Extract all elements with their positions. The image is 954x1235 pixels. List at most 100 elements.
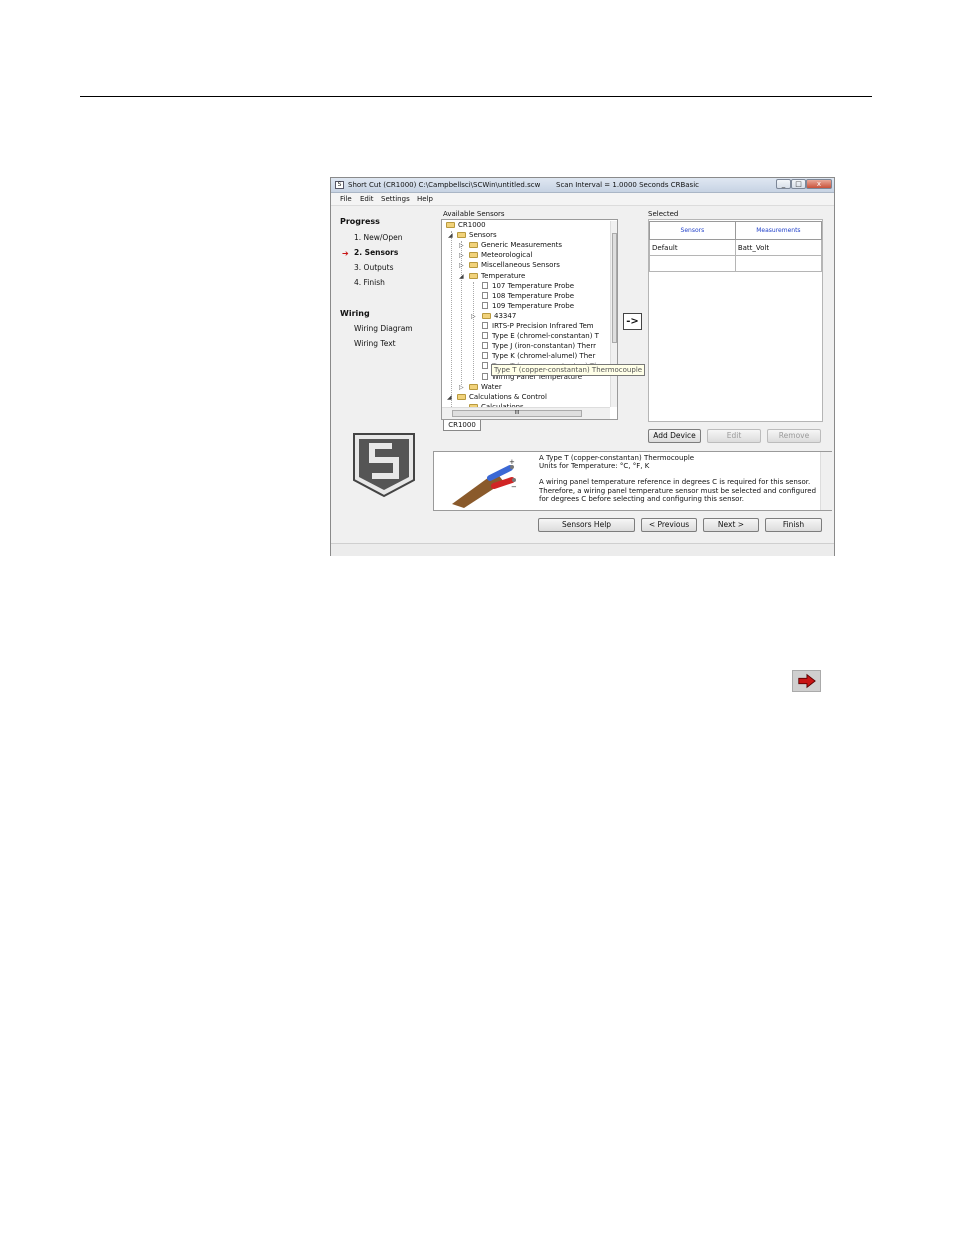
expand-toggle-icon[interactable]: ▷: [459, 242, 464, 249]
sensor-cell[interactable]: [649, 255, 736, 272]
tree-horizontal-scrollbar[interactable]: III: [442, 407, 610, 419]
window-title: Short Cut (CR1000) C:\Campbellsci\SCWin\…: [348, 181, 541, 189]
tree-node-label: Meteorological: [481, 251, 533, 260]
tree-node[interactable]: IRTS-P Precision Infrared Tem: [482, 322, 594, 331]
folder-icon: [457, 393, 466, 400]
shortcut-window: S Short Cut (CR1000) C:\Campbellsci\SCWi…: [330, 177, 835, 556]
campbell-logo: [353, 433, 415, 498]
tree-node[interactable]: Type E (chromel-constantan) T: [482, 332, 599, 341]
close-button[interactable]: x: [806, 179, 832, 189]
tree-node-label: Type K (chromel-alumel) Ther: [492, 352, 596, 361]
expand-toggle-icon[interactable]: ◢: [459, 273, 464, 280]
expand-toggle-icon[interactable]: ▷: [459, 252, 464, 259]
minus-terminal-label: −: [511, 483, 517, 491]
sensor-file-icon: [482, 352, 488, 360]
tree-node[interactable]: Type K (chromel-alumel) Ther: [482, 352, 595, 361]
maximize-button[interactable]: □: [791, 179, 806, 189]
progress-item-new-open[interactable]: 1. New/Open: [354, 233, 402, 242]
expand-toggle-icon[interactable]: ▷: [459, 262, 464, 269]
tree-node-label: Calculations & Control: [469, 392, 547, 401]
folder-icon: [482, 312, 491, 319]
table-row[interactable]: [649, 255, 823, 272]
sensors-help-button[interactable]: Sensors Help: [538, 518, 635, 532]
sensor-cell[interactable]: Default: [649, 239, 736, 256]
progress-item-finish[interactable]: 4. Finish: [354, 278, 385, 287]
page-top-rule: [80, 96, 872, 97]
selected-sensors-panel: Sensors Measurements Default Batt_Volt: [648, 219, 823, 422]
tree-vertical-scrollbar[interactable]: [610, 221, 617, 407]
expand-toggle-icon[interactable]: ▷: [459, 384, 464, 391]
status-bar: [331, 543, 834, 556]
sensor-file-icon: [482, 362, 488, 370]
scroll-thumb[interactable]: III: [452, 410, 582, 417]
table-row[interactable]: Default Batt_Volt: [649, 239, 823, 256]
available-sensors-label: Available Sensors: [443, 210, 505, 218]
folder-icon: [469, 262, 478, 269]
plus-terminal-label: +: [509, 458, 515, 466]
tree-node[interactable]: Type J (iron-constantan) Therr: [482, 342, 596, 351]
menu-help[interactable]: Help: [417, 195, 433, 203]
wiring-diagram-link[interactable]: Wiring Diagram: [354, 324, 413, 333]
wiring-heading: Wiring: [340, 309, 370, 318]
tree-node[interactable]: 109 Temperature Probe: [482, 301, 574, 311]
description-units: Units for Temperature: °C, °F, K: [539, 462, 650, 471]
tree-node[interactable]: Sensors: [457, 231, 497, 240]
tree-node[interactable]: Temperature: [469, 272, 525, 281]
sensor-file-icon: [482, 342, 488, 350]
tree-node[interactable]: Water: [469, 383, 502, 392]
scroll-thumb[interactable]: [612, 233, 617, 343]
menu-bar: File Edit Settings Help: [331, 193, 834, 206]
tree-node[interactable]: 107 Temperature Probe: [482, 281, 575, 291]
previous-button[interactable]: < Previous: [641, 518, 697, 532]
tree-node[interactable]: Calculations & Control: [457, 393, 547, 402]
finish-button[interactable]: Finish: [765, 518, 822, 532]
tree-node[interactable]: 43347: [482, 312, 516, 321]
description-scrollbar[interactable]: [820, 452, 832, 510]
tree-node[interactable]: Miscellaneous Sensors: [469, 261, 560, 270]
measurement-cell[interactable]: [734, 255, 823, 272]
folder-icon: [469, 242, 478, 249]
add-arrow-icon: [792, 670, 821, 692]
tree-guide: [451, 231, 452, 407]
minimize-button[interactable]: _: [776, 179, 791, 189]
tree-node[interactable]: 108 Temperature Probe: [482, 291, 575, 301]
expand-toggle-icon[interactable]: ◢: [448, 232, 453, 239]
tree-node-label: Water: [481, 382, 502, 391]
thermocouple-image: + −: [450, 456, 520, 508]
wiring-text-link[interactable]: Wiring Text: [354, 339, 396, 348]
scan-interval-info: Scan Interval = 1.0000 Seconds CRBasic: [556, 181, 700, 189]
tree-node-label: Sensors: [469, 231, 497, 240]
add-device-button[interactable]: Add Device: [648, 429, 701, 443]
sensor-tooltip: Type T (copper-constantan) Thermocouple: [491, 364, 646, 376]
tree-node-label: Miscellaneous Sensors: [481, 261, 560, 270]
tree-node[interactable]: CR1000: [446, 221, 486, 230]
column-header-sensors[interactable]: Sensors: [649, 221, 736, 240]
progress-item-sensors[interactable]: 2. Sensors: [354, 248, 398, 257]
tree-node-label: CR1000: [458, 221, 486, 229]
folder-icon: [457, 232, 466, 239]
expand-toggle-icon[interactable]: ◢: [447, 394, 452, 401]
expand-toggle-icon[interactable]: ▷: [471, 313, 476, 320]
current-step-arrow-icon: ➔: [342, 249, 349, 258]
tree-node[interactable]: Generic Measurements: [469, 241, 562, 250]
menu-settings[interactable]: Settings: [381, 195, 410, 203]
next-button[interactable]: Next >: [703, 518, 759, 532]
remove-button[interactable]: Remove: [767, 429, 821, 443]
sensor-file-icon: [482, 322, 488, 329]
tree-node-label: Type E (chromel-constantan) T: [492, 332, 599, 341]
folder-icon: [469, 383, 478, 390]
tree-node[interactable]: Meteorological: [469, 251, 532, 260]
menu-edit[interactable]: Edit: [360, 195, 374, 203]
edit-button[interactable]: Edit: [707, 429, 761, 443]
tree-node-label: 107 Temperature Probe: [492, 281, 575, 290]
tree-node-label: Type J (iron-constantan) Therr: [492, 342, 597, 351]
progress-item-outputs[interactable]: 3. Outputs: [354, 263, 394, 272]
available-sensors-tree[interactable]: CR1000 ◢ Sensors ▷ Generic Measurements ▷ Mete…: [441, 219, 618, 420]
measurement-cell[interactable]: Batt_Volt: [734, 239, 823, 256]
tree-node-label: 108 Temperature Probe: [492, 291, 575, 300]
menu-file[interactable]: File: [340, 195, 352, 203]
tab-cr1000[interactable]: CR1000: [443, 420, 481, 431]
add-sensor-arrow-button[interactable]: ->: [623, 313, 642, 330]
tree-node-label: IRTS-P Precision Infrared Tem: [492, 322, 594, 330]
column-header-measurements[interactable]: Measurements: [734, 221, 823, 240]
